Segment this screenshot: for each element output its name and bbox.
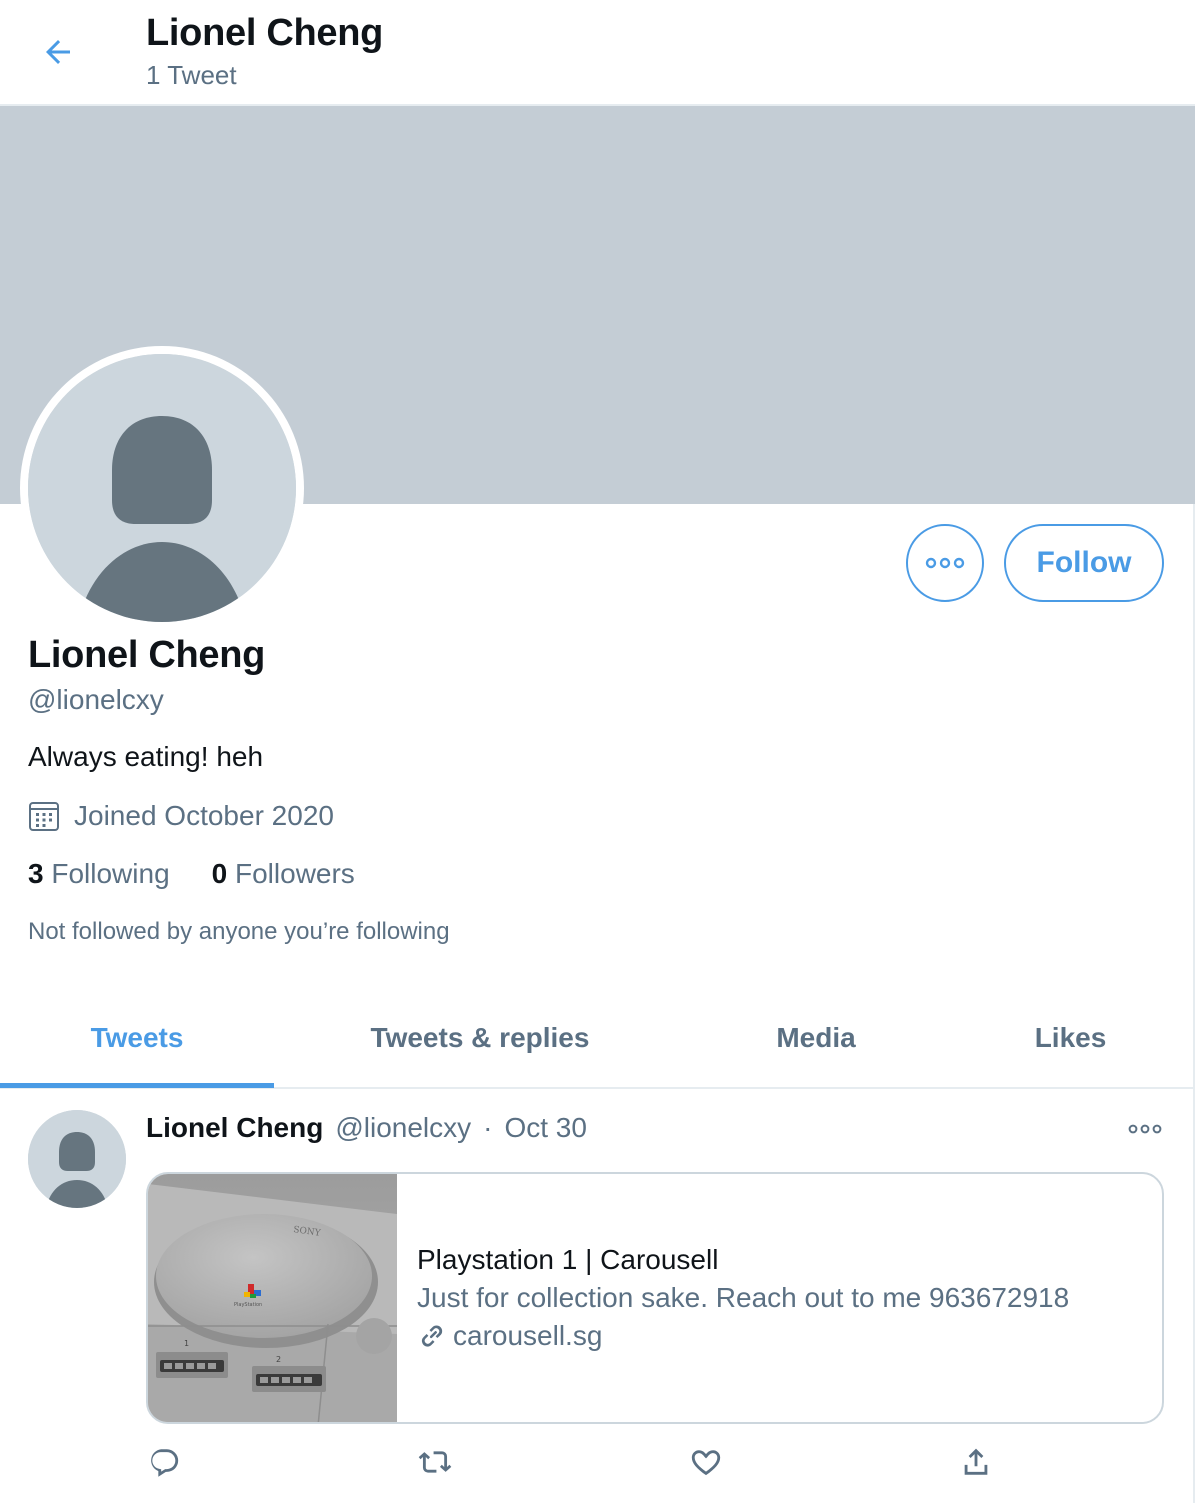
more-dots-icon: [925, 557, 965, 569]
joined-date: Joined October 2020: [74, 800, 334, 831]
link-icon: [421, 1325, 443, 1347]
card-image-port-1: 1: [184, 1339, 189, 1348]
followers-label: Followers: [235, 858, 355, 889]
header-tweet-count: 1 Tweet: [146, 60, 237, 90]
retweet-icon: [418, 1451, 452, 1473]
card-title: Playstation 1 | Carousell: [417, 1244, 719, 1275]
profile-tabs: Tweets Tweets & replies Media Likes: [0, 988, 1195, 1089]
following-link[interactable]: 3 Following: [28, 858, 170, 890]
profile-avatar[interactable]: [20, 346, 304, 630]
mutual-followers-note: Not followed by anyone you’re following: [28, 918, 450, 945]
profile-handle: @lionelcxy: [28, 684, 164, 715]
tweet-avatar[interactable]: [28, 1110, 126, 1208]
heart-icon: [691, 1450, 721, 1476]
profile-joined: Joined October 2020: [28, 800, 334, 832]
profile-page: Lionel Cheng 1 Tweet Follow Lionel Cheng…: [0, 0, 1195, 1503]
followers-link[interactable]: 0 Followers: [212, 858, 355, 890]
arrow-left-icon: [46, 40, 70, 64]
back-button[interactable]: [30, 24, 86, 80]
card-image-port-2: 2: [276, 1355, 281, 1364]
tab-tweets-and-replies[interactable]: Tweets & replies: [274, 988, 686, 1087]
card-image: SONY PlayStation 1 2: [148, 1174, 397, 1422]
active-tab-indicator: [0, 1083, 274, 1088]
tweet-author-handle[interactable]: @lionelcxy: [335, 1112, 471, 1144]
default-avatar-icon: [28, 354, 296, 622]
tweet-header: Lionel Cheng @lionelcxy · Oct 30: [146, 1112, 587, 1144]
follow-button[interactable]: Follow: [1004, 524, 1164, 602]
profile-name: Lionel Cheng: [28, 634, 266, 676]
tweet-separator: ·: [483, 1112, 493, 1143]
tab-media[interactable]: Media: [686, 988, 946, 1087]
profile-bio: Always eating! heh: [28, 741, 264, 772]
card-domain: carousell.sg: [417, 1320, 1069, 1352]
followers-count: 0: [211, 858, 228, 889]
card-description: Just for collection sake. Reach out to m…: [417, 1282, 1070, 1313]
share-button[interactable]: [954, 1440, 998, 1484]
header-title: Lionel Cheng: [146, 12, 384, 54]
retweet-button[interactable]: [413, 1440, 457, 1484]
profile-stats: 3 Following 0 Followers: [28, 858, 355, 890]
calendar-icon: [29, 802, 59, 831]
following-count: 3: [28, 858, 44, 889]
more-options-button[interactable]: [906, 524, 984, 602]
card-image-logo-text: PlayStation: [234, 1302, 262, 1308]
reply-button[interactable]: [142, 1440, 186, 1484]
tweet-more-button[interactable]: [1120, 1114, 1170, 1144]
tweet-actions: [0, 1440, 1195, 1490]
profile-header-bar: Lionel Cheng 1 Tweet: [0, 0, 1195, 106]
card-domain-text: carousell.sg: [453, 1320, 603, 1351]
tweet-author-name[interactable]: Lionel Cheng: [146, 1112, 323, 1144]
like-button[interactable]: [684, 1440, 728, 1484]
following-label: Following: [51, 858, 170, 889]
reply-icon: [151, 1449, 179, 1477]
tab-tweets[interactable]: Tweets: [0, 988, 274, 1087]
share-icon: [964, 1448, 988, 1475]
link-preview-card[interactable]: SONY PlayStation 1 2 Playstation 1 | Car…: [146, 1172, 1164, 1424]
more-dots-icon: [1128, 1124, 1162, 1134]
card-body: Playstation 1 | Carousell Just for colle…: [397, 1174, 1069, 1422]
tab-likes[interactable]: Likes: [946, 988, 1195, 1087]
tweet-date[interactable]: Oct 30: [504, 1112, 586, 1144]
